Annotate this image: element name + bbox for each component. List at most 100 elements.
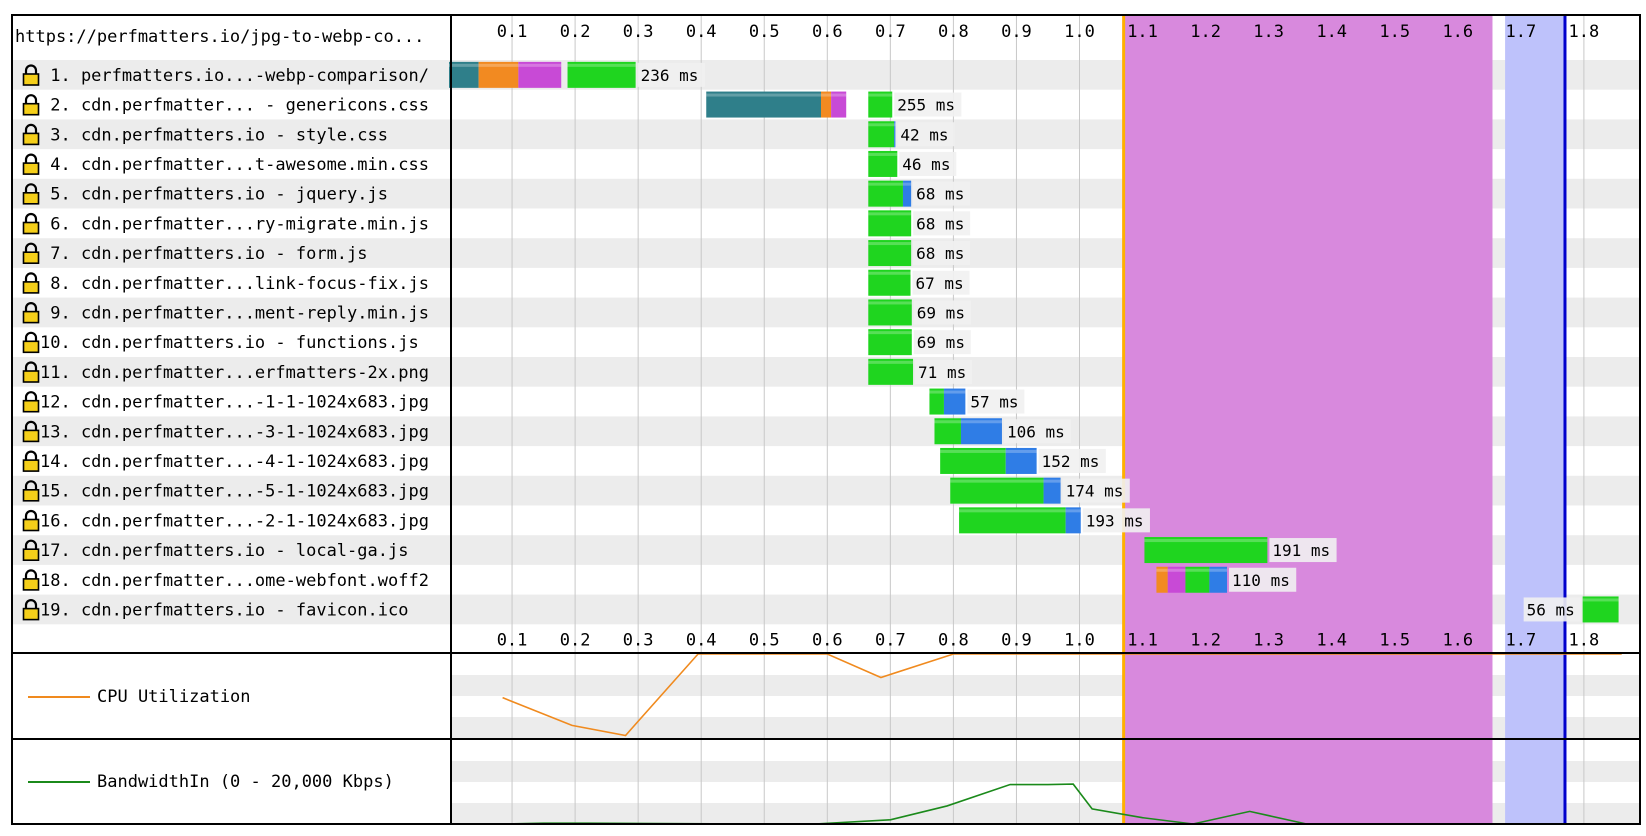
request-duration: 69 ms [917, 303, 965, 322]
request-bar-shine [1005, 449, 1037, 453]
request-duration: 193 ms [1086, 511, 1144, 530]
request-label: 12. cdn.perfmatter...-1-1-1024x683.jpg [40, 393, 429, 413]
load-event-region [1505, 16, 1565, 824]
x-tick-label-top: 0.6 [812, 22, 843, 42]
request-label: 18. cdn.perfmatter...ome-webfont.woff2 [40, 571, 429, 591]
request-label: 6. cdn.perfmatter...ry-migrate.min.js [40, 214, 429, 234]
request-bar-shine [959, 509, 1066, 513]
dom-content-loaded-region [1123, 16, 1493, 824]
x-tick-label-bottom: 0.2 [560, 630, 591, 650]
x-tick-label-bottom: 0.3 [623, 630, 654, 650]
lock-icon [22, 94, 40, 116]
request-label: 10. cdn.perfmatters.io - functions.js [40, 333, 419, 353]
x-tick-label-bottom: 1.5 [1379, 630, 1410, 650]
x-tick-label-bottom: 0.7 [875, 630, 906, 650]
x-tick-label-bottom: 0.5 [749, 630, 780, 650]
request-label: 15. cdn.perfmatter...-5-1-1024x683.jpg [40, 482, 429, 502]
request-duration: 42 ms [900, 125, 948, 144]
request-bar-shine [868, 360, 914, 364]
request-bar-shine [1167, 568, 1186, 572]
x-tick-label-bottom: 0.1 [497, 630, 528, 650]
request-bar-shine [943, 390, 966, 394]
x-tick-label-top: 0.7 [875, 22, 906, 42]
x-tick-label-top: 0.8 [938, 22, 969, 42]
request-bar-shine [902, 182, 912, 186]
request-label: 3. cdn.perfmatters.io - style.css [40, 125, 388, 145]
request-duration: 69 ms [917, 333, 965, 352]
request-bar-shine [1065, 509, 1081, 513]
x-tick-label-bottom: 1.4 [1316, 630, 1347, 650]
request-bar-shine [868, 182, 903, 186]
x-tick-label-top: 0.9 [1001, 22, 1032, 42]
request-bar-shine [831, 93, 847, 97]
x-tick-label-bottom: 0.8 [938, 630, 969, 650]
x-tick-label-top: 0.1 [497, 22, 528, 42]
cpu-legend-label: CPU Utilization [97, 687, 251, 707]
request-bar-shine [1209, 568, 1228, 572]
x-tick-label-top: 0.2 [560, 22, 591, 42]
request-label: 2. cdn.perfmatter... - genericons.css [40, 96, 429, 116]
request-duration: 57 ms [970, 393, 1018, 412]
lock-icon [22, 391, 40, 413]
request-duration: 255 ms [897, 96, 955, 115]
request-label: 14. cdn.perfmatter...-4-1-1024x683.jpg [40, 452, 429, 472]
lock-icon [22, 569, 40, 591]
request-label: 4. cdn.perfmatter...t-awesome.min.css [40, 155, 429, 175]
request-bar-shine [518, 63, 562, 67]
request-label: 5. cdn.perfmatters.io - jquery.js [40, 185, 388, 205]
x-tick-label-top: 1.8 [1569, 22, 1600, 42]
request-duration: 174 ms [1066, 482, 1124, 501]
x-tick-label-top: 1.7 [1505, 22, 1536, 42]
request-bar-shine [868, 271, 911, 275]
request-duration: 46 ms [902, 155, 950, 174]
request-duration: 191 ms [1272, 541, 1330, 560]
request-bar-shine [820, 93, 832, 97]
lock-icon [22, 509, 40, 532]
request-bar-shine [868, 123, 895, 127]
request-bar-shine [868, 212, 912, 216]
request-bar-shine [868, 93, 893, 97]
lock-icon [22, 450, 40, 472]
request-bar-shine [567, 63, 636, 67]
request-label: 8. cdn.perfmatter...link-focus-fix.js [40, 274, 429, 294]
x-tick-label-top: 1.5 [1379, 22, 1410, 42]
request-bar-shine [894, 123, 896, 127]
bandwidth-legend-label: BandwidthIn (0 - 20,000 Kbps) [97, 772, 394, 792]
x-tick-label-top: 1.4 [1316, 22, 1347, 42]
waterfall-chart: https://perfmatters.io/jpg-to-webp-co...… [11, 14, 1641, 825]
request-duration: 110 ms [1232, 571, 1290, 590]
request-label: 11. cdn.perfmatter...erfmatters-2x.png [40, 363, 429, 383]
request-duration: 67 ms [916, 274, 964, 293]
request-bar-shine [706, 93, 821, 97]
request-bar-shine [1185, 568, 1210, 572]
request-label: 9. cdn.perfmatter...ment-reply.min.js [40, 303, 429, 323]
page-url: https://perfmatters.io/jpg-to-webp-co... [15, 27, 424, 47]
request-bar-shine [940, 449, 1006, 453]
x-tick-label-top: 0.5 [749, 22, 780, 42]
request-bar-shine [868, 301, 912, 305]
request-duration: 106 ms [1007, 422, 1065, 441]
x-tick-label-top: 1.3 [1253, 22, 1284, 42]
request-label: 17. cdn.perfmatters.io - local-ga.js [40, 541, 408, 561]
request-bar-shine [1582, 598, 1619, 602]
request-bar-shine [868, 242, 912, 246]
request-label: 1. perfmatters.io...-webp-comparison/ [40, 66, 429, 86]
request-duration: 71 ms [918, 363, 966, 382]
x-tick-label-bottom: 1.2 [1190, 630, 1221, 650]
x-tick-label-top: 1.2 [1190, 22, 1221, 42]
x-tick-label-bottom: 1.3 [1253, 630, 1284, 650]
request-bar-shine [1156, 568, 1168, 572]
x-tick-label-top: 0.3 [623, 22, 654, 42]
request-bar-shine [929, 390, 944, 394]
x-tick-label-bottom: 0.6 [812, 630, 843, 650]
lock-icon [22, 212, 40, 235]
lock-icon [22, 272, 40, 294]
request-bar-shine [950, 479, 1044, 483]
request-label: 7. cdn.perfmatters.io - form.js [40, 244, 368, 264]
x-tick-label-bottom: 1.6 [1442, 630, 1473, 650]
x-tick-label-bottom: 0.9 [1001, 630, 1032, 650]
request-bar-shine [1043, 479, 1061, 483]
request-duration: 68 ms [916, 214, 964, 233]
lock-icon [22, 153, 40, 175]
request-bar-shine [868, 331, 912, 335]
